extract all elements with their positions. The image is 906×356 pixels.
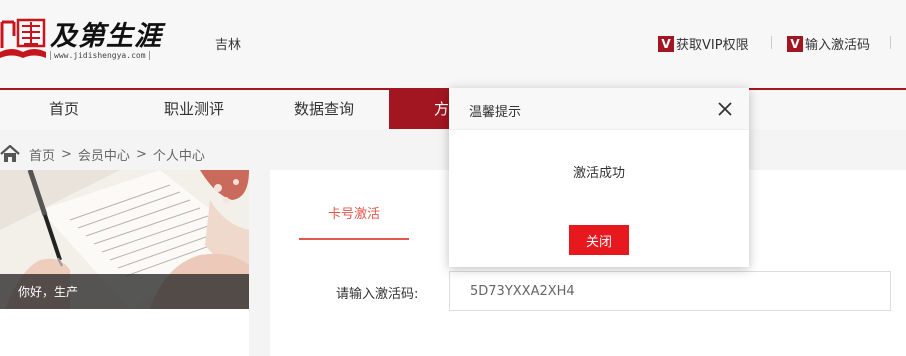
header-divider [890, 36, 891, 49]
notice-dialog: 温馨提示 激活成功 关闭 [449, 88, 749, 267]
breadcrumb: 首页 > 会员中心 > 个人中心 [0, 144, 205, 164]
site-logo[interactable]: 及第生涯 www.jidishengya.com [0, 18, 170, 66]
nav-item-career-assessment[interactable]: 职业测评 [146, 90, 242, 129]
profile-card: 你好，生产 [0, 170, 249, 356]
get-vip-label: 获取VIP权限 [676, 38, 749, 53]
enter-activation-code-link[interactable]: V 输入激活码 [787, 34, 870, 53]
region-selector[interactable]: 吉林 [215, 34, 241, 53]
vip-badge-icon: V [787, 35, 803, 52]
user-greeting-bar: 你好，生产 [0, 274, 249, 309]
vip-badge-icon: V [658, 35, 674, 52]
header-divider [771, 36, 772, 49]
logo-name: 及第生涯 [50, 21, 162, 52]
breadcrumb-member-center[interactable]: 会员中心 [78, 145, 130, 164]
breadcrumb-separator: > [61, 146, 72, 162]
dialog-message: 激活成功 [572, 166, 625, 181]
logo-url: www.jidishengya.com [50, 51, 150, 60]
close-icon[interactable] [717, 101, 733, 117]
dialog-header: 温馨提示 [449, 88, 749, 130]
activation-code-input[interactable] [449, 271, 891, 311]
tab-card-activation[interactable]: 卡号激活 [299, 200, 409, 240]
nav-item-home[interactable]: 首页 [22, 90, 106, 129]
breadcrumb-home[interactable]: 首页 [29, 145, 55, 164]
logo-mark-icon [0, 18, 46, 58]
nav-item-data-query[interactable]: 数据查询 [276, 90, 372, 129]
activation-code-label: 请输入激活码: [336, 287, 419, 302]
site-header: 及第生涯 www.jidishengya.com 吉林 V 获取VIP权限 V … [0, 0, 906, 88]
breadcrumb-personal-center: 个人中心 [152, 148, 205, 164]
enter-activation-code-label: 输入激活码 [805, 38, 871, 53]
get-vip-link[interactable]: V 获取VIP权限 [658, 34, 749, 53]
dialog-title: 温馨提示 [469, 105, 522, 120]
close-button[interactable]: 关闭 [569, 225, 629, 255]
user-greeting: 你好，生产 [18, 285, 79, 299]
breadcrumb-separator: > [135, 146, 147, 162]
home-icon[interactable] [0, 145, 20, 163]
